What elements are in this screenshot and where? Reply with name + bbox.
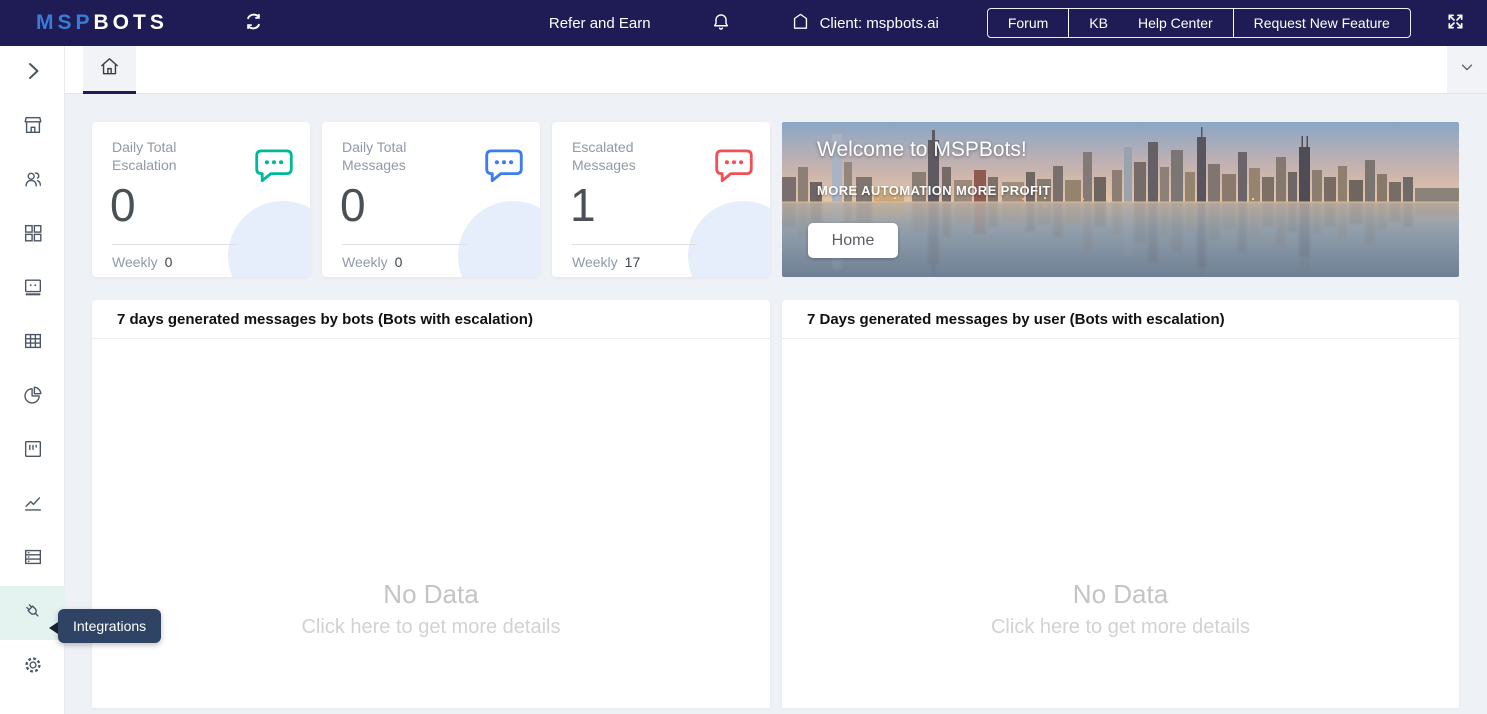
mspbots-logo[interactable]: MSPBOTS	[36, 11, 168, 35]
chart-empty-area[interactable]: No Data Click here to get more details	[92, 339, 770, 707]
users-icon	[22, 168, 44, 195]
sidebar-expand-button[interactable]	[0, 46, 65, 100]
no-data-hint-link[interactable]: Click here to get more details	[92, 616, 770, 639]
refresh-icon	[243, 11, 264, 35]
client-label: Client: mspbots.ai	[820, 15, 939, 32]
stat-card-daily-total-messages[interactable]: Daily Total Messages 0 Weekly 0	[322, 122, 540, 277]
tooltip-arrow	[49, 622, 58, 634]
chart-panel-messages-by-bots: 7 days generated messages by bots (Bots …	[92, 300, 770, 708]
tab-bar	[65, 46, 1487, 94]
kb-helpcenter-group: KB Help Center	[1068, 8, 1233, 38]
server-icon	[22, 546, 44, 573]
card-corner-decoration	[688, 201, 770, 277]
weekly-label: Weekly	[572, 254, 618, 270]
chat-bubble-icon	[712, 144, 756, 191]
banner-home-button[interactable]: Home	[808, 223, 898, 258]
card-corner-decoration	[458, 201, 540, 277]
top-navbar: MSPBOTS Refer and Earn	[0, 0, 1487, 46]
home-icon	[98, 55, 121, 83]
request-new-feature-link[interactable]: Request New Feature	[1254, 15, 1390, 31]
stat-card-title: Daily Total Escalation	[112, 138, 232, 175]
grid-icon	[22, 222, 44, 249]
stat-card-value: 1	[570, 178, 596, 232]
sidebar-item-clients[interactable]	[0, 154, 65, 208]
sidebar-item-bots[interactable]	[0, 262, 65, 316]
panel-header: 7 days generated messages by bots (Bots …	[92, 300, 770, 339]
notifications-button[interactable]	[711, 12, 731, 35]
chevron-down-icon	[1458, 58, 1476, 81]
sidebar-item-reports[interactable]	[0, 370, 65, 424]
sidebar-item-scorecards[interactable]	[0, 478, 65, 532]
main-content: Daily Total Escalation 0 Weekly 0 Daily …	[65, 94, 1487, 714]
refer-and-earn-link[interactable]: Refer and Earn	[549, 15, 651, 32]
no-data-label: No Data	[92, 579, 770, 610]
bell-icon	[711, 12, 731, 35]
weekly-value: 17	[625, 254, 641, 270]
help-center-link[interactable]: Help Center	[1138, 15, 1213, 31]
refresh-button[interactable]	[243, 11, 264, 35]
panel-title: 7 days generated messages by bots (Bots …	[117, 311, 533, 328]
tab-list-dropdown-button[interactable]	[1447, 46, 1487, 93]
line-chart-icon	[22, 492, 44, 519]
card-corner-decoration	[228, 201, 310, 277]
kanban-icon	[22, 438, 44, 465]
banner-title: Welcome to MSPBots!	[817, 138, 1027, 162]
stat-card-title: Escalated Messages	[572, 138, 692, 175]
sidebar-item-settings[interactable]	[0, 640, 65, 694]
chevron-right-icon	[21, 59, 45, 88]
fullscreen-button[interactable]	[1446, 12, 1465, 34]
no-data-hint-link[interactable]: Click here to get more details	[782, 616, 1459, 639]
weekly-label: Weekly	[342, 254, 388, 270]
sidebar-item-datasets[interactable]	[0, 316, 65, 370]
chart-panel-messages-by-user: 7 Days generated messages by user (Bots …	[782, 300, 1459, 708]
chat-bubble-icon	[252, 144, 296, 191]
robot-icon	[22, 276, 44, 303]
tab-home[interactable]	[83, 46, 136, 94]
stat-card-escalated-messages[interactable]: Escalated Messages 1 Weekly 17	[552, 122, 770, 277]
welcome-banner: Welcome to MSPBots! MORE AUTOMATION MORE…	[782, 122, 1459, 277]
pie-chart-icon	[22, 384, 44, 411]
weekly-value: 0	[165, 254, 173, 270]
gear-icon	[22, 654, 44, 681]
sidebar-item-widgets[interactable]	[0, 424, 65, 478]
stat-card-value: 0	[110, 178, 136, 232]
stat-card-daily-total-escalation[interactable]: Daily Total Escalation 0 Weekly 0	[92, 122, 310, 277]
card-divider	[572, 244, 697, 245]
plug-icon	[22, 600, 44, 627]
card-divider	[112, 244, 237, 245]
request-new-feature-button[interactable]: Request New Feature	[1233, 8, 1411, 38]
sidebar-item-apps[interactable]	[0, 208, 65, 262]
forum-link[interactable]: Forum	[1008, 15, 1048, 31]
weekly-label: Weekly	[112, 254, 158, 270]
logo-text-msp: MSP	[36, 11, 94, 35]
table-icon	[22, 330, 44, 357]
weekly-value: 0	[395, 254, 403, 270]
chat-bubble-icon	[482, 144, 526, 191]
building-icon	[791, 12, 810, 35]
stat-card-title: Daily Total Messages	[342, 138, 462, 175]
card-divider	[342, 244, 467, 245]
sidebar-item-marketplace[interactable]	[0, 100, 65, 154]
tooltip-label: Integrations	[73, 618, 146, 634]
no-data-label: No Data	[782, 579, 1459, 610]
sidebar-item-data-sources[interactable]	[0, 532, 65, 586]
integrations-tooltip: Integrations	[58, 609, 161, 643]
left-sidebar	[0, 46, 65, 714]
fullscreen-icon	[1446, 12, 1465, 34]
navbar-menu: Forum KB Help Center Request New Feature	[987, 8, 1411, 38]
app-window: MSPBOTS Refer and Earn	[0, 0, 1487, 714]
chart-empty-area[interactable]: No Data Click here to get more details	[782, 339, 1459, 707]
kb-link[interactable]: KB	[1089, 15, 1108, 31]
stat-card-value: 0	[340, 178, 366, 232]
client-selector[interactable]: Client: mspbots.ai	[791, 12, 939, 35]
banner-subtitle: MORE AUTOMATION MORE PROFIT	[817, 183, 1051, 198]
panel-title: 7 Days generated messages by user (Bots …	[807, 311, 1225, 328]
store-icon	[22, 114, 44, 141]
logo-text-bots: BOTS	[94, 11, 168, 35]
panel-header: 7 Days generated messages by user (Bots …	[782, 300, 1459, 339]
forum-button[interactable]: Forum	[987, 8, 1069, 38]
